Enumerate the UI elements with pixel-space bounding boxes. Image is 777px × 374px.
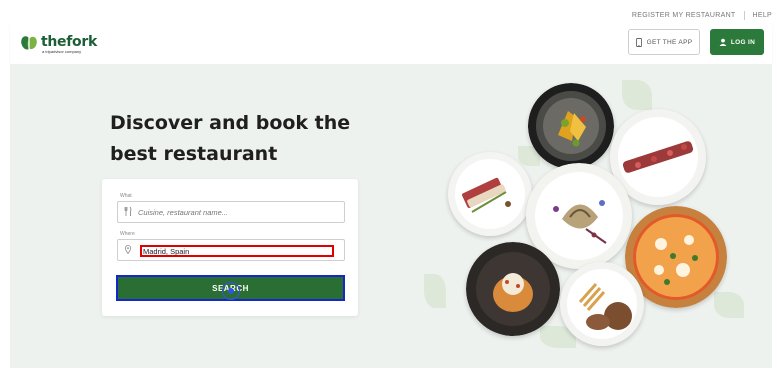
register-restaurant-link[interactable]: REGISTER MY RESTAURANT [632,12,736,19]
location-pin-icon [118,244,138,256]
login-label: LOG IN [730,38,756,46]
top-utility-bar: REGISTER MY RESTAURANT HELP [10,6,772,24]
divider [743,10,745,20]
cutlery-icon [118,206,138,218]
leaf-decoration [424,274,446,308]
fork-leaf-logo-icon [21,35,37,50]
thefork-logo[interactable]: thefork a tripadvisor company [20,33,97,54]
what-field[interactable] [117,201,345,223]
get-the-app-button[interactable]: GET THE APP [628,29,700,55]
food-plate-image-bottom-left [466,242,560,336]
leaf-decoration [622,80,652,110]
where-input[interactable]: Madrid, Spain [140,245,334,257]
click-indicator [222,282,240,300]
search-card: What Where Madrid, Spain SEARCH [102,179,358,316]
hero-headline: Discover and book the best restaurant [110,112,351,165]
site-header: thefork a tripadvisor company GET THE AP… [10,24,772,64]
logo-wordmark: thefork [41,34,97,50]
leaf-decoration [714,292,744,318]
food-plate-image-top [528,83,614,169]
user-icon [719,38,727,46]
where-field[interactable]: Madrid, Spain [117,239,345,261]
login-button[interactable]: LOG IN [710,29,764,55]
what-input[interactable] [138,207,328,217]
help-link[interactable]: HELP [753,12,773,19]
food-plate-image-left [448,152,532,236]
where-label: Where [120,231,135,237]
phone-icon [635,37,642,47]
get-the-app-label: GET THE APP [646,38,693,46]
what-label: What [120,193,132,199]
food-plate-image-bottom [560,262,644,346]
logo-tagline: a tripadvisor company [42,49,82,54]
where-input-value: Madrid, Spain [143,246,190,256]
